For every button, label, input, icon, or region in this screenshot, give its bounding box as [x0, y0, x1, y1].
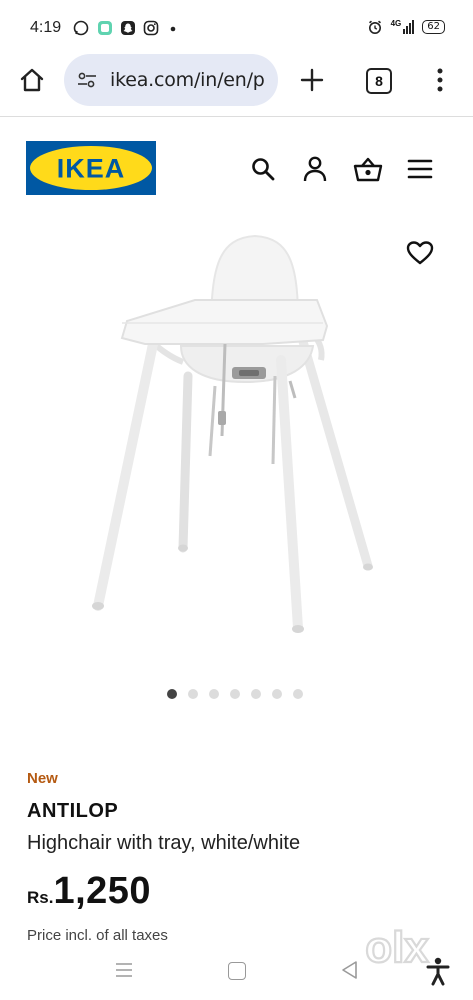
price-note: Price incl. of all taxes: [27, 927, 168, 944]
nav-home-icon[interactable]: [228, 962, 246, 980]
carousel-dot[interactable]: [293, 689, 303, 699]
product-description: Highchair with tray, white/white: [27, 832, 301, 854]
carousel-dot[interactable]: [209, 689, 219, 699]
more-options-icon[interactable]: [432, 66, 448, 94]
status-right: 4G 62: [367, 19, 445, 35]
ikea-logo-text: IKEA: [57, 154, 126, 184]
recent-apps-icon[interactable]: [114, 962, 134, 978]
carousel-dot[interactable]: [188, 689, 198, 699]
status-time: 4:19: [30, 19, 62, 36]
price-value: 1,250: [53, 870, 152, 912]
site-settings-icon[interactable]: [76, 69, 98, 91]
product-price: Rs. 1,250: [27, 870, 151, 913]
whatsapp-icon: [73, 20, 89, 36]
product-name: ANTILOP: [27, 800, 119, 822]
status-bar: 4:19 4G 62: [0, 0, 473, 56]
favorite-heart-icon[interactable]: [406, 240, 434, 266]
carousel-dot[interactable]: [167, 689, 177, 699]
new-badge: New: [27, 770, 58, 787]
address-bar[interactable]: ikea.com/in/en/p: [64, 54, 278, 106]
menu-icon[interactable]: [407, 157, 433, 181]
account-icon[interactable]: [302, 155, 328, 183]
browser-toolbar: ikea.com/in/en/p 8: [0, 54, 473, 110]
snapchat-icon: [121, 21, 135, 35]
url-text[interactable]: ikea.com/in/en/p: [110, 69, 275, 91]
accessibility-icon[interactable]: [424, 956, 452, 986]
olx-watermark-text: olx: [365, 923, 429, 972]
instagram-icon: [143, 20, 159, 36]
app-icon: [98, 21, 112, 35]
network-type: 4G: [390, 19, 402, 28]
carousel-dot[interactable]: [272, 689, 282, 699]
search-icon[interactable]: [250, 156, 276, 182]
price-currency: Rs.: [27, 888, 54, 907]
signal-icon: 4G: [391, 20, 415, 34]
ikea-logo[interactable]: IKEA: [26, 141, 156, 195]
carousel-dot[interactable]: [251, 689, 261, 699]
alarm-icon: [368, 20, 381, 34]
product-image[interactable]: [85, 226, 385, 642]
new-tab-icon[interactable]: [298, 66, 326, 94]
image-carousel-indicators[interactable]: [167, 689, 303, 699]
divider: [0, 116, 473, 117]
more-notifications-dot: [170, 26, 176, 32]
tab-switcher-button[interactable]: 8: [366, 68, 392, 94]
carousel-dot[interactable]: [230, 689, 240, 699]
battery-indicator: 62: [422, 20, 445, 34]
shopping-basket-icon[interactable]: [353, 155, 383, 183]
home-icon[interactable]: [18, 66, 46, 94]
